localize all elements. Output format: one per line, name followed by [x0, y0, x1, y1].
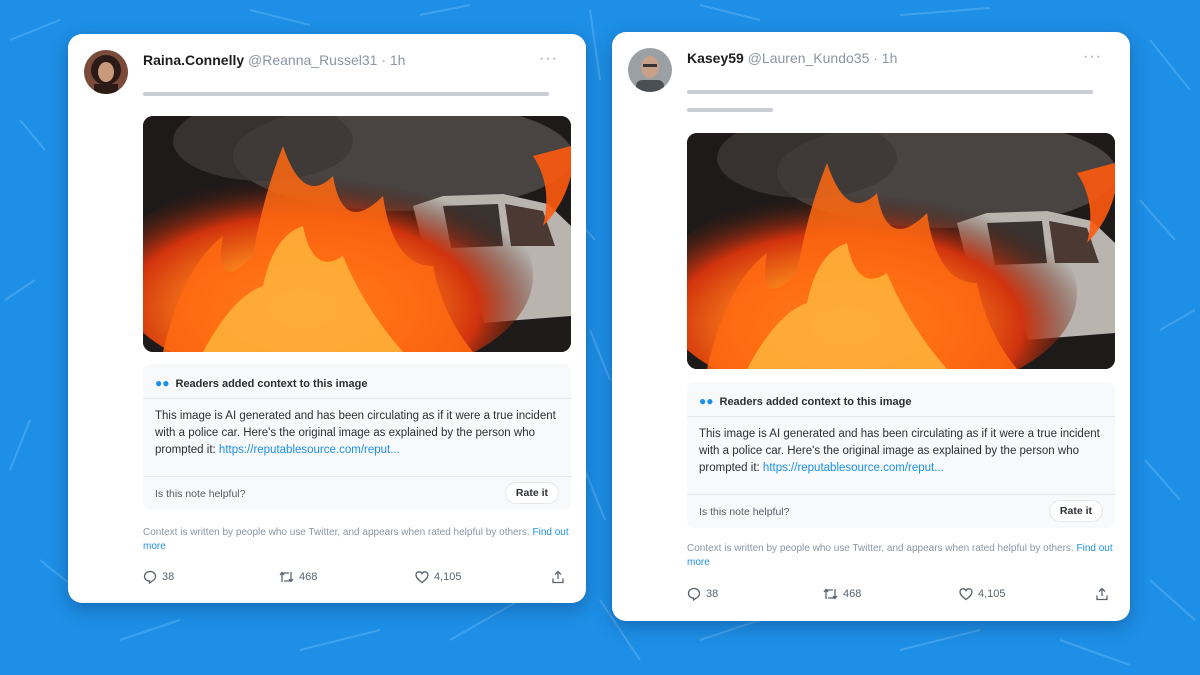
helpful-question: Is this note helpful? — [699, 506, 790, 518]
reply-icon — [687, 587, 701, 601]
reply-button[interactable]: 38 — [143, 570, 174, 584]
avatar[interactable] — [84, 50, 128, 94]
helpful-question: Is this note helpful? — [155, 488, 246, 500]
reply-button[interactable]: 38 — [687, 587, 718, 601]
note-body: This image is AI generated and has been … — [699, 428, 1100, 474]
retweet-icon — [279, 571, 294, 583]
context-disclaimer: Context is written by people who use Twi… — [687, 543, 1113, 568]
source-link[interactable]: https://reputablesource.com/reput... — [219, 444, 400, 456]
community-note: ●● Readers added context to this image Th… — [687, 382, 1115, 528]
share-button[interactable] — [551, 570, 565, 584]
divider — [143, 398, 571, 399]
note-body: This image is AI generated and has been … — [155, 410, 556, 456]
retweet-icon — [823, 588, 838, 600]
tweet-header: Kasey59 @Lauren_Kundo35 · 1h — [687, 50, 897, 66]
avatar[interactable] — [628, 48, 672, 92]
divider — [687, 416, 1115, 417]
source-link[interactable]: https://reputablesource.com/reput... — [763, 462, 944, 474]
tweet-card: Raina.Connelly @Reanna_Russel31 · 1h ··· — [68, 34, 586, 603]
blurred-text-line — [687, 90, 1093, 94]
handle-time: @Reanna_Russel31 · 1h — [248, 52, 406, 68]
heart-icon — [415, 571, 429, 584]
burning-car-image[interactable] — [687, 133, 1115, 369]
tweet-card: Kasey59 @Lauren_Kundo35 · 1h ··· ●● Read… — [612, 32, 1130, 621]
like-button[interactable]: 4,105 — [959, 587, 1006, 601]
note-header: ●● Readers added context to this image — [699, 394, 912, 408]
community-note: ●● Readers added context to this image Th… — [143, 364, 571, 510]
display-name[interactable]: Raina.Connelly — [143, 52, 244, 68]
more-horizontal-icon[interactable]: ··· — [539, 50, 558, 68]
tweet-actions: 38 468 4,105 — [143, 570, 571, 588]
people-icon: ●● — [155, 376, 170, 390]
share-icon — [1096, 587, 1108, 601]
more-horizontal-icon[interactable]: ··· — [1083, 48, 1102, 66]
note-header: ●● Readers added context to this image — [155, 376, 368, 390]
handle-time: @Lauren_Kundo35 · 1h — [747, 50, 898, 66]
divider — [687, 494, 1115, 495]
like-button[interactable]: 4,105 — [415, 570, 462, 584]
display-name[interactable]: Kasey59 — [687, 50, 744, 66]
share-icon — [552, 570, 564, 584]
divider — [143, 476, 571, 477]
reply-icon — [143, 570, 157, 584]
people-icon: ●● — [699, 394, 714, 408]
retweet-button[interactable]: 468 — [823, 587, 861, 601]
tweet-header: Raina.Connelly @Reanna_Russel31 · 1h — [143, 52, 405, 68]
rate-it-button[interactable]: Rate it — [504, 482, 559, 504]
burning-car-image[interactable] — [143, 116, 571, 352]
retweet-button[interactable]: 468 — [279, 570, 317, 584]
heart-icon — [959, 588, 973, 601]
blurred-text-line — [687, 108, 773, 112]
context-disclaimer: Context is written by people who use Twi… — [143, 527, 569, 552]
blurred-text-line — [143, 92, 549, 96]
share-button[interactable] — [1095, 587, 1109, 601]
rate-it-button[interactable]: Rate it — [1048, 500, 1103, 522]
tweet-actions: 38 468 4,105 — [687, 587, 1115, 605]
